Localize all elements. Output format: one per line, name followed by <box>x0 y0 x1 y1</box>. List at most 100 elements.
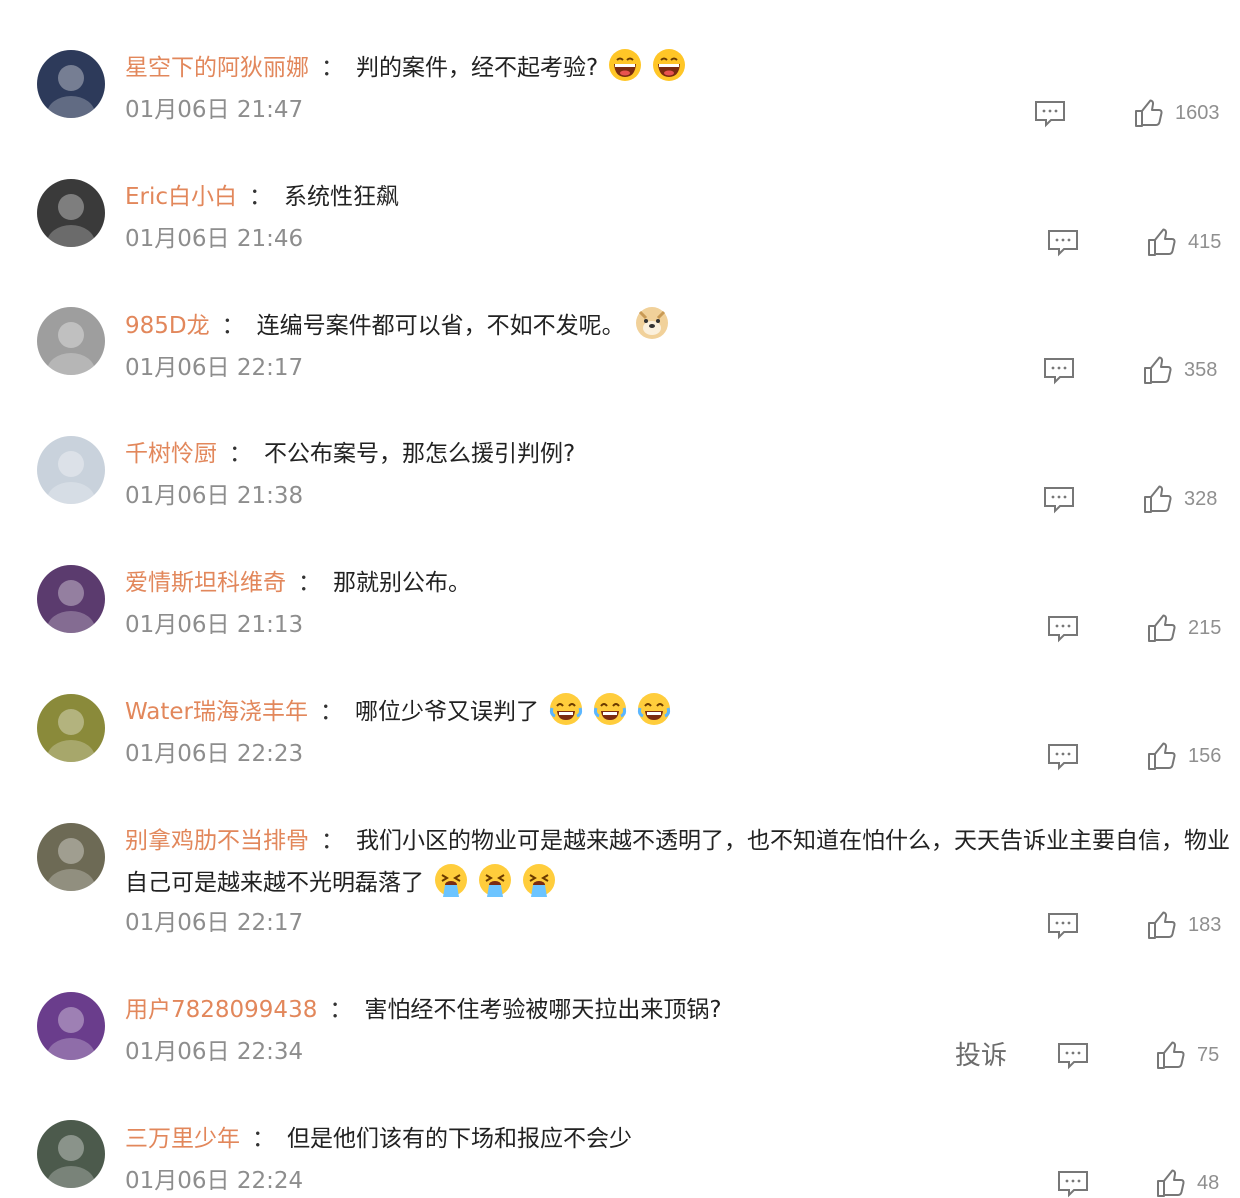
comment-text: 害怕经不住考验被哪天拉出来顶锅? <box>364 997 722 1023</box>
avatar[interactable] <box>37 436 105 504</box>
thumbs-up-icon <box>1148 228 1176 256</box>
avatar[interactable] <box>37 179 105 247</box>
username-link[interactable]: 985D龙 <box>125 313 210 339</box>
like-count: 215 <box>1188 616 1222 639</box>
reply-button[interactable] <box>1043 486 1075 514</box>
username-link[interactable]: 别拿鸡肋不当排骨 <box>125 828 309 854</box>
comment-text: 系统性狂飙 <box>284 184 400 210</box>
like-count: 156 <box>1188 744 1222 767</box>
reply-button[interactable] <box>1057 1170 1089 1198</box>
comment-body: 星空下的阿狄丽娜 ： 判的案件，经不起考验? <box>125 47 1240 89</box>
comment-bubble-icon <box>1048 616 1078 643</box>
comment-text: 不公布案号，那怎么援引判例? <box>264 441 576 467</box>
avatar[interactable] <box>37 1120 105 1188</box>
avatar[interactable] <box>37 565 105 633</box>
comment-timestamp: 01月06日 21:47 <box>125 97 304 123</box>
username-link[interactable]: 三万里少年 <box>125 1126 240 1152</box>
separator: ： <box>229 441 252 467</box>
thumbs-up-icon <box>1148 742 1176 770</box>
avatar[interactable] <box>37 694 105 762</box>
avatar[interactable] <box>37 823 105 891</box>
separator: ： <box>252 1126 275 1152</box>
comment-bubble-icon <box>1044 487 1074 514</box>
reply-button[interactable] <box>1047 229 1079 257</box>
username-link[interactable]: Eric白小白 <box>125 184 237 210</box>
separator: ： <box>298 570 321 596</box>
comment-body: 千树怜厨 ： 不公布案号，那怎么援引判例? <box>125 433 1240 475</box>
avatar[interactable] <box>37 307 105 375</box>
like-count: 75 <box>1197 1043 1220 1066</box>
laugh-cry-emoji-icon <box>637 692 671 726</box>
comment-timestamp: 01月06日 21:46 <box>125 226 304 252</box>
comment-text: 连编号案件都可以省，不如不发呢。 <box>256 313 625 339</box>
separator: ： <box>249 184 273 210</box>
vomit-emoji-icon <box>434 863 468 897</box>
like-button[interactable]: 1603 <box>1133 98 1220 128</box>
like-count: 1603 <box>1175 101 1220 124</box>
thumbs-up-icon <box>1148 911 1176 939</box>
like-button[interactable]: 215 <box>1146 613 1221 643</box>
comment-bubble-icon <box>1048 230 1078 257</box>
separator: ： <box>320 699 343 725</box>
reply-button[interactable] <box>1034 100 1066 128</box>
separator: ： <box>221 313 245 339</box>
reply-button[interactable] <box>1057 1042 1089 1070</box>
username-link[interactable]: 星空下的阿狄丽娜 <box>125 55 309 81</box>
comment-bubble-icon <box>1058 1043 1088 1070</box>
comment-text: 哪位少爷又误判了 <box>355 699 539 725</box>
comment-body: 三万里少年 ： 但是他们该有的下场和报应不会少 <box>125 1118 1240 1160</box>
thumbs-up-icon <box>1135 99 1163 127</box>
comment-timestamp: 01月06日 22:24 <box>125 1168 304 1194</box>
reply-button[interactable] <box>1047 615 1079 643</box>
like-button[interactable]: 183 <box>1146 910 1221 940</box>
vomit-emoji-icon <box>522 863 556 897</box>
like-button[interactable]: 48 <box>1155 1168 1219 1198</box>
like-button[interactable]: 328 <box>1142 484 1217 514</box>
comment-bubble-icon <box>1048 913 1078 940</box>
like-count: 48 <box>1197 1171 1220 1194</box>
thumbs-up-icon <box>1144 356 1172 384</box>
username-link[interactable]: 用户7828099438 <box>125 997 317 1023</box>
laugh-cry-emoji-icon <box>593 692 627 726</box>
separator: ： <box>321 55 344 81</box>
like-button[interactable]: 415 <box>1146 227 1221 257</box>
thumbs-up-icon <box>1144 485 1172 513</box>
vomit-emoji-icon <box>478 863 512 897</box>
comment-bubble-icon <box>1035 101 1065 128</box>
like-count: 183 <box>1188 913 1222 936</box>
thumbs-up-icon <box>1148 614 1176 642</box>
username-link[interactable]: 千树怜厨 <box>125 441 217 467</box>
reply-button[interactable] <box>1043 357 1075 385</box>
avatar[interactable] <box>37 992 105 1060</box>
comment-timestamp: 01月06日 22:17 <box>125 355 304 381</box>
like-count: 358 <box>1184 358 1218 381</box>
comment-timestamp: 01月06日 21:13 <box>125 612 304 638</box>
comment-text: 但是他们该有的下场和报应不会少 <box>287 1126 632 1152</box>
doge-emoji-icon <box>635 306 669 340</box>
report-button[interactable]: 投诉 <box>955 1040 1007 1072</box>
comment-body: 爱情斯坦科维奇 ： 那就别公布。 <box>125 562 1240 604</box>
thumbs-up-icon <box>1157 1169 1185 1197</box>
grin-emoji-icon <box>608 48 642 82</box>
comment-timestamp: 01月06日 22:34 <box>125 1039 304 1065</box>
reply-button[interactable] <box>1047 743 1079 771</box>
comment-timestamp: 01月06日 21:38 <box>125 483 304 509</box>
comment-body: Eric白小白 ： 系统性狂飙 <box>125 176 1240 218</box>
username-link[interactable]: Water瑞海浇丰年 <box>125 699 308 725</box>
username-link[interactable]: 爱情斯坦科维奇 <box>125 570 286 596</box>
comment-bubble-icon <box>1058 1171 1088 1198</box>
like-button[interactable]: 358 <box>1142 355 1217 385</box>
comment-bubble-icon <box>1048 744 1078 771</box>
comment-body: 985D龙 ： 连编号案件都可以省，不如不发呢。 <box>125 305 1240 347</box>
comment-body: 别拿鸡肋不当排骨：我们小区的物业可是越来越不透明了，也不知道在怕什么，天天告诉业… <box>125 820 1236 904</box>
reply-button[interactable] <box>1047 912 1079 940</box>
avatar[interactable] <box>37 50 105 118</box>
comment-bubble-icon <box>1044 358 1074 385</box>
comment-text: 判的案件，经不起考验? <box>356 55 599 81</box>
like-button[interactable]: 75 <box>1155 1040 1219 1070</box>
separator: ： <box>321 828 344 854</box>
like-count: 415 <box>1188 230 1222 253</box>
comment-text: 那就别公布。 <box>333 570 471 596</box>
like-button[interactable]: 156 <box>1146 741 1221 771</box>
separator: ： <box>329 997 353 1023</box>
